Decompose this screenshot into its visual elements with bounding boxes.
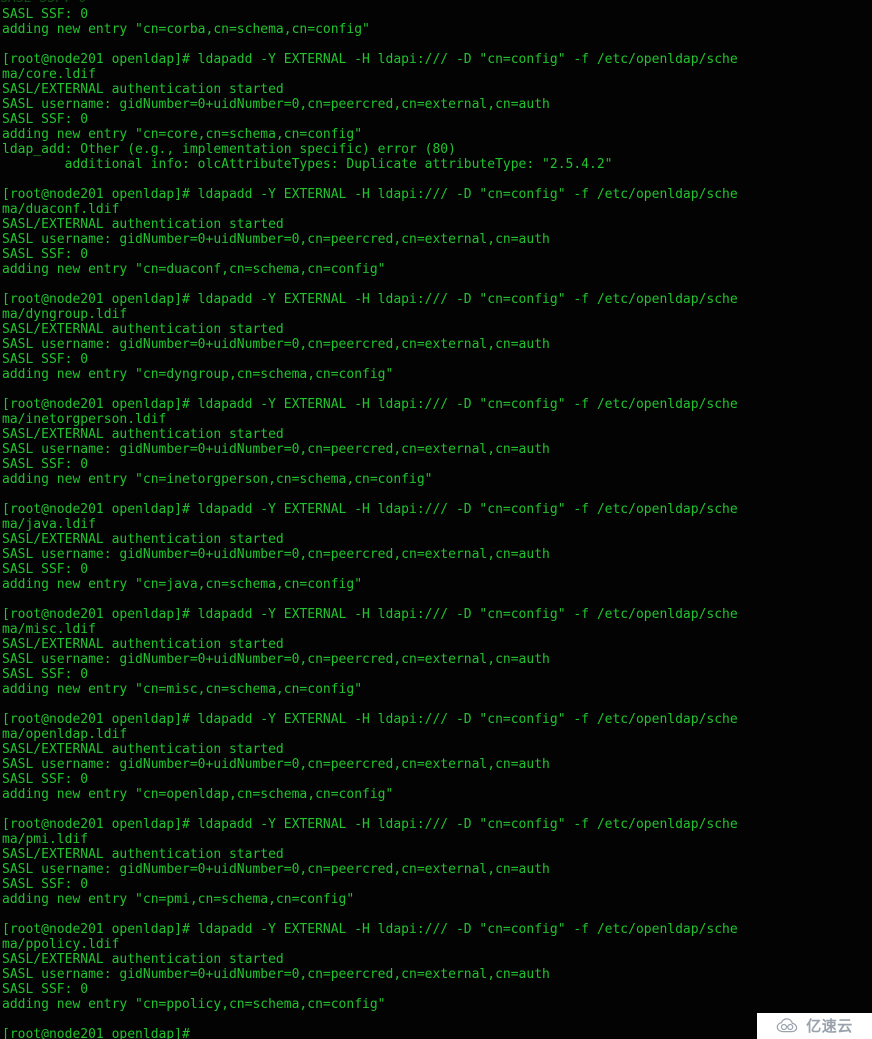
terminal-line: SASL username: gidNumber=0+uidNumber=0,c… — [2, 547, 550, 562]
terminal-line: SASL SSF: 0 — [2, 112, 89, 127]
terminal-line: SASL SSF: 0 — [2, 562, 89, 577]
terminal-line: SASL username: gidNumber=0+uidNumber=0,c… — [2, 232, 550, 247]
terminal-line: SASL/EXTERNAL authentication started — [2, 532, 284, 547]
site-watermark: 亿速云 — [757, 1013, 872, 1039]
cloud-icon — [776, 1018, 802, 1034]
terminal-line: [root@node201 openldap]# ldapadd -Y EXTE… — [2, 712, 738, 727]
terminal-line: [root@node201 openldap]# ldapadd -Y EXTE… — [2, 817, 738, 832]
terminal-line: adding new entry "cn=corba,cn=schema,cn=… — [2, 22, 370, 37]
terminal-line: SASL/EXTERNAL authentication started — [2, 637, 284, 652]
terminal-line: ldap_add: Other (e.g., implementation sp… — [2, 142, 456, 157]
terminal-line: adding new entry "cn=duaconf,cn=schema,c… — [2, 262, 386, 277]
terminal-line: SASL SSF: 0 — [2, 7, 89, 22]
terminal-line: SASL SSF: 0 — [2, 772, 89, 787]
terminal-line: SASL/EXTERNAL authentication started — [2, 952, 284, 967]
terminal-line: ma/inetorgperson.ldif — [2, 412, 167, 427]
terminal-window[interactable]: SASL SSF: 0 SASL SSF: 0adding new entry … — [0, 0, 872, 1039]
terminal-line: SASL username: gidNumber=0+uidNumber=0,c… — [2, 757, 550, 772]
terminal-line: [root@node201 openldap]# — [2, 1027, 190, 1039]
terminal-line: adding new entry "cn=pmi,cn=schema,cn=co… — [2, 892, 355, 907]
terminal-line: SASL SSF: 0 — [2, 982, 89, 997]
terminal-line: SASL SSF: 0 — [2, 352, 89, 367]
terminal-line: adding new entry "cn=core,cn=schema,cn=c… — [2, 127, 363, 142]
terminal-line: [root@node201 openldap]# ldapadd -Y EXTE… — [2, 397, 738, 412]
terminal-line: [root@node201 openldap]# ldapadd -Y EXTE… — [2, 607, 738, 622]
terminal-line: SASL/EXTERNAL authentication started — [2, 847, 284, 862]
terminal-line: SASL SSF: 0 — [2, 457, 89, 472]
terminal-line: additional info: olcAttributeTypes: Dupl… — [2, 157, 613, 172]
terminal-line: SASL username: gidNumber=0+uidNumber=0,c… — [2, 337, 550, 352]
terminal-line: SASL/EXTERNAL authentication started — [2, 322, 284, 337]
terminal-line: ma/core.ldif — [2, 67, 96, 82]
terminal-line: [root@node201 openldap]# ldapadd -Y EXTE… — [2, 292, 738, 307]
terminal-line: ma/misc.ldif — [2, 622, 96, 637]
terminal-line: adding new entry "cn=dyngroup,cn=schema,… — [2, 367, 394, 382]
terminal-line: SASL SSF: 0 — [2, 877, 89, 892]
terminal-line: ma/ppolicy.ldif — [2, 937, 120, 952]
terminal-line: adding new entry "cn=java,cn=schema,cn=c… — [2, 577, 363, 592]
terminal-line: ma/pmi.ldif — [2, 832, 89, 847]
terminal-line: adding new entry "cn=inetorgperson,cn=sc… — [2, 472, 433, 487]
terminal-line: SASL username: gidNumber=0+uidNumber=0,c… — [2, 652, 550, 667]
terminal-line: SASL username: gidNumber=0+uidNumber=0,c… — [2, 442, 550, 457]
terminal-line: [root@node201 openldap]# ldapadd -Y EXTE… — [2, 922, 738, 937]
terminal-line: adding new entry "cn=ppolicy,cn=schema,c… — [2, 997, 386, 1012]
terminal-line: ma/java.ldif — [2, 517, 96, 532]
terminal-line: SASL/EXTERNAL authentication started — [2, 427, 284, 442]
terminal-line: SASL SSF: 0 — [2, 667, 89, 682]
terminal-line: [root@node201 openldap]# ldapadd -Y EXTE… — [2, 52, 738, 67]
terminal-line: adding new entry "cn=misc,cn=schema,cn=c… — [2, 682, 363, 697]
terminal-screen-output: SASL SSF: 0 adding new entry "cn=corba,cn… — [0, 7, 872, 1039]
terminal-line: SASL/EXTERNAL authentication started — [2, 82, 284, 97]
terminal-line: adding new entry "cn=openldap,cn=schema,… — [2, 787, 394, 802]
scrollback-clipped-line: SASL SSF: 0 — [0, 0, 872, 4]
terminal-line: [root@node201 openldap]# ldapadd -Y EXTE… — [2, 187, 738, 202]
terminal-line: SASL/EXTERNAL authentication started — [2, 217, 284, 232]
terminal-line: SASL/EXTERNAL authentication started — [2, 742, 284, 757]
terminal-line: ma/duaconf.ldif — [2, 202, 120, 217]
terminal-line: [root@node201 openldap]# ldapadd -Y EXTE… — [2, 502, 738, 517]
terminal-line: SASL username: gidNumber=0+uidNumber=0,c… — [2, 967, 550, 982]
terminal-line: ma/openldap.ldif — [2, 727, 128, 742]
terminal-line: SASL username: gidNumber=0+uidNumber=0,c… — [2, 862, 550, 877]
terminal-line: SASL username: gidNumber=0+uidNumber=0,c… — [2, 97, 550, 112]
terminal-line: ma/dyngroup.ldif — [2, 307, 128, 322]
terminal-line: SASL SSF: 0 — [2, 247, 89, 262]
watermark-label: 亿速云 — [806, 1017, 853, 1035]
